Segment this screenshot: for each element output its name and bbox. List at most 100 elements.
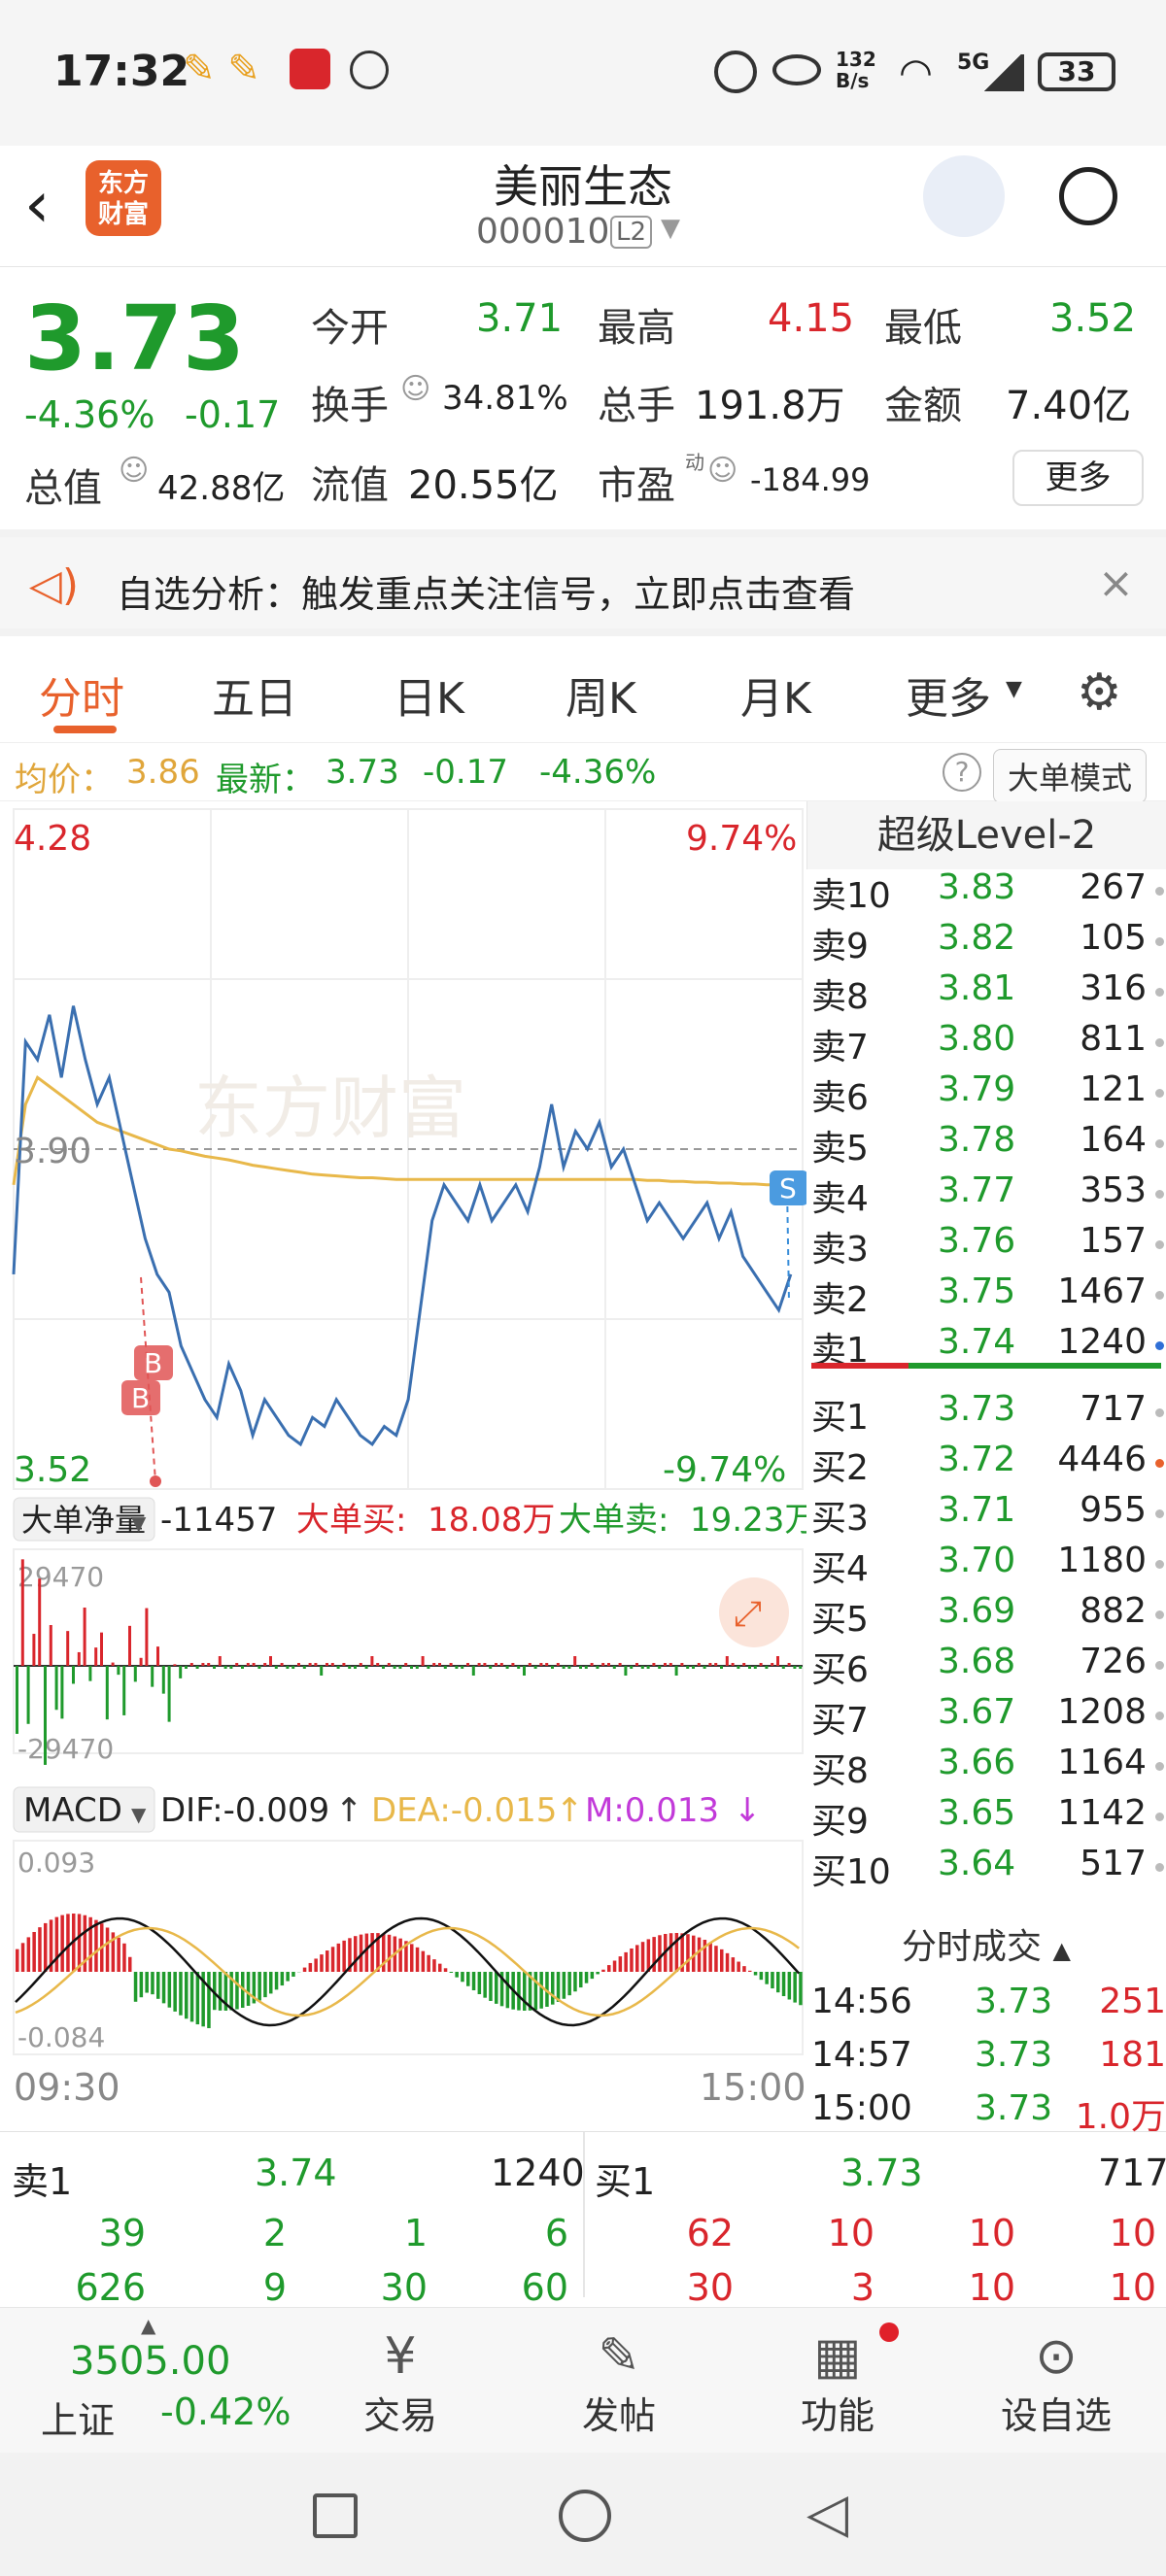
macd-bar: [579, 1972, 583, 1988]
ask-row[interactable]: 卖2 3.75 1467: [811, 1271, 1166, 1320]
ob-volume: 316: [1080, 968, 1147, 1008]
ask-row[interactable]: 卖7 3.80 811: [811, 1019, 1166, 1068]
net-volume-bar: [799, 1666, 803, 1669]
chevron-down-icon[interactable]: ▼: [661, 214, 680, 243]
bid-row[interactable]: 买7 3.67 1208: [811, 1692, 1166, 1741]
net-volume-bar: [20, 1559, 24, 1666]
bid-row[interactable]: 买8 3.66 1164: [811, 1743, 1166, 1791]
index-name[interactable]: 上证: [41, 2390, 115, 2444]
macd-bar: [596, 1972, 600, 1975]
nav-trade[interactable]: ¥ 交易: [327, 2327, 473, 2439]
bid-row[interactable]: 买2 3.72 4446: [811, 1440, 1166, 1488]
analysis-banner[interactable]: ◁) 自选分析：触发重点关注信号，立即点击查看 ×: [0, 529, 1166, 636]
ob-level: 买8: [811, 1751, 869, 1791]
net-volume-bar: [387, 1663, 391, 1666]
nav-functions[interactable]: ▦ 功能: [765, 2327, 910, 2439]
net-volume-bar: [466, 1663, 469, 1666]
down-arrow-icon: ↓: [734, 1791, 762, 1830]
info-icon[interactable]: ☺: [400, 372, 430, 406]
ob-dot: [1155, 1089, 1164, 1098]
trade-time: 14:57: [811, 2035, 912, 2075]
info-icon[interactable]: ☺: [119, 454, 149, 488]
macd-bar: [66, 1914, 70, 1972]
trades-title-text: 分时成交: [902, 1927, 1043, 1967]
recent-apps-icon[interactable]: [313, 2493, 358, 2538]
bid-row[interactable]: 买3 3.71 955: [811, 1490, 1166, 1539]
intraday-chart[interactable]: 东方财富 B B S 4.28 9.74% 3.90 3.52 -9.74% 大…: [0, 801, 806, 2132]
tab-monthly-k[interactable]: 月K: [740, 663, 811, 726]
tab-five-day[interactable]: 五日: [212, 663, 297, 726]
ob-dot: [1155, 1661, 1164, 1670]
net-volume-bar: [635, 1663, 638, 1666]
macd-bar: [387, 1934, 392, 1972]
ob-price: 3.67: [938, 1692, 1016, 1732]
big-order-mode-button[interactable]: 大单模式: [993, 749, 1148, 803]
nav-add-watchlist[interactable]: ⊙ 设自选: [983, 2327, 1129, 2439]
net-volume-bar: [117, 1666, 120, 1676]
ask-row[interactable]: 卖10 3.83 267: [811, 867, 1166, 916]
back-nav-icon[interactable]: ◁: [806, 2482, 848, 2545]
bid-row[interactable]: 买4 3.70 1180: [811, 1541, 1166, 1589]
mcap-label: 总值: [24, 466, 102, 511]
ask-row[interactable]: 卖8 3.81 316: [811, 968, 1166, 1017]
nav-add-watchlist-label: 设自选: [1000, 2394, 1112, 2437]
tab-intraday[interactable]: 分时: [39, 663, 124, 726]
notification-icons: ✎ ✎: [183, 47, 260, 91]
macd-bar: [151, 1972, 154, 1995]
ob-dot: [1155, 1509, 1164, 1518]
info-pct: -4.36%: [539, 753, 657, 792]
trade-row: 14:56 3.73 251: [811, 1982, 1166, 2030]
tab-daily-k[interactable]: 日K: [394, 663, 464, 726]
bid-row[interactable]: 买5 3.69 882: [811, 1591, 1166, 1640]
ob-dot: [1155, 1341, 1164, 1350]
notification-dot: [879, 2322, 899, 2342]
macd-bar: [793, 1972, 797, 2003]
net-volume-bar: [235, 1663, 239, 1666]
ob-dot: [1155, 1240, 1164, 1249]
ask-row[interactable]: 卖4 3.77 353: [811, 1170, 1166, 1219]
net-volume-bar: [320, 1666, 324, 1676]
home-icon[interactable]: [559, 2490, 611, 2542]
bottom-sell-label: 卖1: [12, 2160, 73, 2203]
robot-avatar-icon[interactable]: [923, 155, 1005, 237]
ask-row[interactable]: 卖5 3.78 164: [811, 1120, 1166, 1169]
level-badge[interactable]: L2: [610, 216, 653, 249]
close-icon[interactable]: ×: [1098, 559, 1134, 608]
chevron-down-icon[interactable]: ▼: [1006, 677, 1022, 701]
macd-bar: [308, 1962, 313, 1972]
net-volume-bar: [342, 1663, 346, 1666]
ask-row[interactable]: 卖9 3.82 105: [811, 918, 1166, 966]
ask-row[interactable]: 卖3 3.76 157: [811, 1221, 1166, 1270]
macd-bar: [624, 1951, 628, 1972]
bid-row[interactable]: 买6 3.68 726: [811, 1642, 1166, 1690]
bid-row[interactable]: 买9 3.65 1142: [811, 1793, 1166, 1842]
help-icon[interactable]: ?: [943, 753, 981, 792]
ask-row[interactable]: 卖6 3.79 121: [811, 1069, 1166, 1118]
net-volume-bar: [66, 1631, 70, 1666]
net-volume-bar: [105, 1666, 109, 1720]
index-price[interactable]: 3505.00: [70, 2339, 230, 2384]
search-icon[interactable]: [1059, 167, 1117, 225]
trades-title[interactable]: 分时成交 ▲: [806, 1918, 1166, 1977]
edit-icon: ✎: [598, 2327, 640, 2386]
bid-row[interactable]: 买10 3.64 517: [811, 1844, 1166, 1892]
more-button[interactable]: 更多: [1012, 450, 1144, 506]
level2-title[interactable]: 超级Level-2: [806, 801, 1166, 869]
macd-bar: [88, 1916, 92, 1972]
buy-queue-value: 62: [686, 2212, 734, 2254]
ob-price: 3.72: [938, 1440, 1016, 1479]
tab-weekly-k[interactable]: 周K: [566, 663, 636, 726]
bid-row[interactable]: 买1 3.73 717: [811, 1389, 1166, 1438]
info-icon[interactable]: ☺: [707, 454, 737, 488]
macd-bar: [601, 1969, 605, 1972]
nav-post[interactable]: ✎ 发帖: [546, 2327, 692, 2439]
tab-more[interactable]: 更多: [906, 663, 991, 726]
macd-bar: [539, 1972, 543, 2009]
index-pct[interactable]: -0.42%: [160, 2390, 291, 2433]
up-arrow-icon: ↑: [335, 1791, 363, 1830]
sell-queue-value: 60: [521, 2266, 568, 2309]
gear-icon[interactable]: ⚙: [1077, 663, 1122, 722]
net-volume-bar: [49, 1624, 52, 1666]
chart-area: 东方财富 B B S 4.28 9.74% 3.90 3.52 -9.74% 大…: [0, 801, 1166, 2137]
net-volume-bar: [122, 1666, 126, 1715]
